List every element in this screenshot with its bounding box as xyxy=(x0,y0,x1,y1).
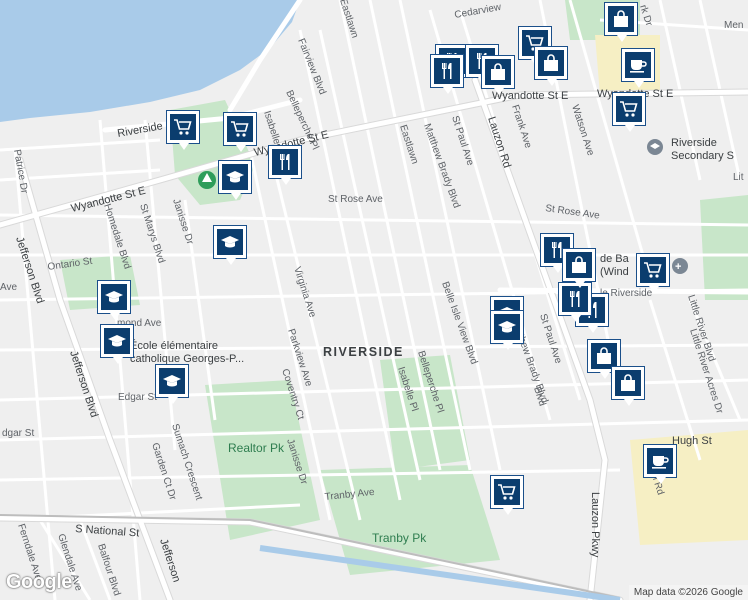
school-pin[interactable] xyxy=(213,225,247,265)
map-attribution: Map data ©2026 Google xyxy=(628,585,748,600)
park-poi[interactable] xyxy=(198,171,216,189)
label-lauzon-pkwy: Lauzon Pkwy xyxy=(589,492,601,558)
label-edgar-w: dgar St xyxy=(2,428,34,439)
shopping-bag-pin[interactable] xyxy=(562,248,596,288)
shopping-bag-icon xyxy=(485,59,511,85)
cafe-icon xyxy=(625,52,651,78)
svg-text:+: + xyxy=(675,261,681,273)
shopping-cart-pin[interactable] xyxy=(490,475,524,515)
shopping-cart-icon xyxy=(494,479,520,505)
label-edgar: Edgar St xyxy=(118,392,157,403)
place-school-fr-line1: École élémentaire xyxy=(130,339,218,352)
shopping-bag-icon xyxy=(615,370,641,396)
shopping-bag-pin[interactable] xyxy=(611,366,645,406)
google-logo: Google xyxy=(6,571,72,593)
school-icon xyxy=(104,328,130,354)
shopping-cart-pin[interactable] xyxy=(223,112,257,152)
school-icon xyxy=(217,229,243,255)
restaurant-icon xyxy=(562,286,588,312)
place-bank-line1: de Ba xyxy=(600,253,630,265)
shopping-cart-pin[interactable] xyxy=(612,92,646,132)
shopping-bag-icon xyxy=(538,50,564,76)
school-pin[interactable] xyxy=(97,280,131,320)
shopping-bag-icon xyxy=(608,6,634,32)
place-riverside-secondary-1: Riverside xyxy=(671,137,717,149)
school-icon xyxy=(159,368,185,394)
shopping-cart-pin[interactable] xyxy=(166,110,200,150)
label-st-rose: St Rose Ave xyxy=(328,194,383,205)
place-bank-line2: (Wind xyxy=(600,266,629,278)
restaurant-pin[interactable] xyxy=(430,54,464,94)
shopping-cart-icon xyxy=(170,114,196,140)
restaurant-pin[interactable] xyxy=(268,145,302,185)
label-men: Men xyxy=(724,20,743,31)
cafe-icon xyxy=(647,448,673,474)
shopping-cart-icon xyxy=(227,116,253,142)
shopping-bag-icon xyxy=(566,252,592,278)
label-lit: Lit xyxy=(733,172,744,183)
school-icon xyxy=(101,284,127,310)
school-icon xyxy=(222,164,248,190)
shopping-cart-pin[interactable] xyxy=(636,253,670,293)
school-pin[interactable] xyxy=(155,364,189,404)
secondary-school-poi[interactable] xyxy=(647,139,663,155)
school-icon xyxy=(494,314,520,340)
park-label-realtor: Realtor Pk xyxy=(228,441,285,455)
restaurant-icon xyxy=(272,149,298,175)
label-hugh: Hugh St xyxy=(672,435,712,447)
shopping-cart-icon xyxy=(640,257,666,283)
school-pin[interactable] xyxy=(218,160,252,200)
school-pin[interactable] xyxy=(490,310,524,350)
shopping-bag-pin[interactable] xyxy=(481,55,515,95)
cafe-pin[interactable] xyxy=(621,48,655,88)
shopping-bag-pin[interactable] xyxy=(604,2,638,42)
park-east xyxy=(700,195,748,300)
restaurant-icon xyxy=(434,58,460,84)
park-label-tranby: Tranby Pk xyxy=(372,531,427,545)
shopping-bag-pin[interactable] xyxy=(534,46,568,86)
shopping-cart-icon xyxy=(616,96,642,122)
place-riverside-secondary-2: Secondary S xyxy=(671,150,734,162)
neighbourhood-label: RIVERSIDE xyxy=(323,345,404,359)
school-pin[interactable] xyxy=(100,324,134,364)
bank-poi[interactable]: + xyxy=(672,258,688,274)
label-ontario-w: Ave xyxy=(0,282,17,293)
cafe-pin[interactable] xyxy=(643,444,677,484)
